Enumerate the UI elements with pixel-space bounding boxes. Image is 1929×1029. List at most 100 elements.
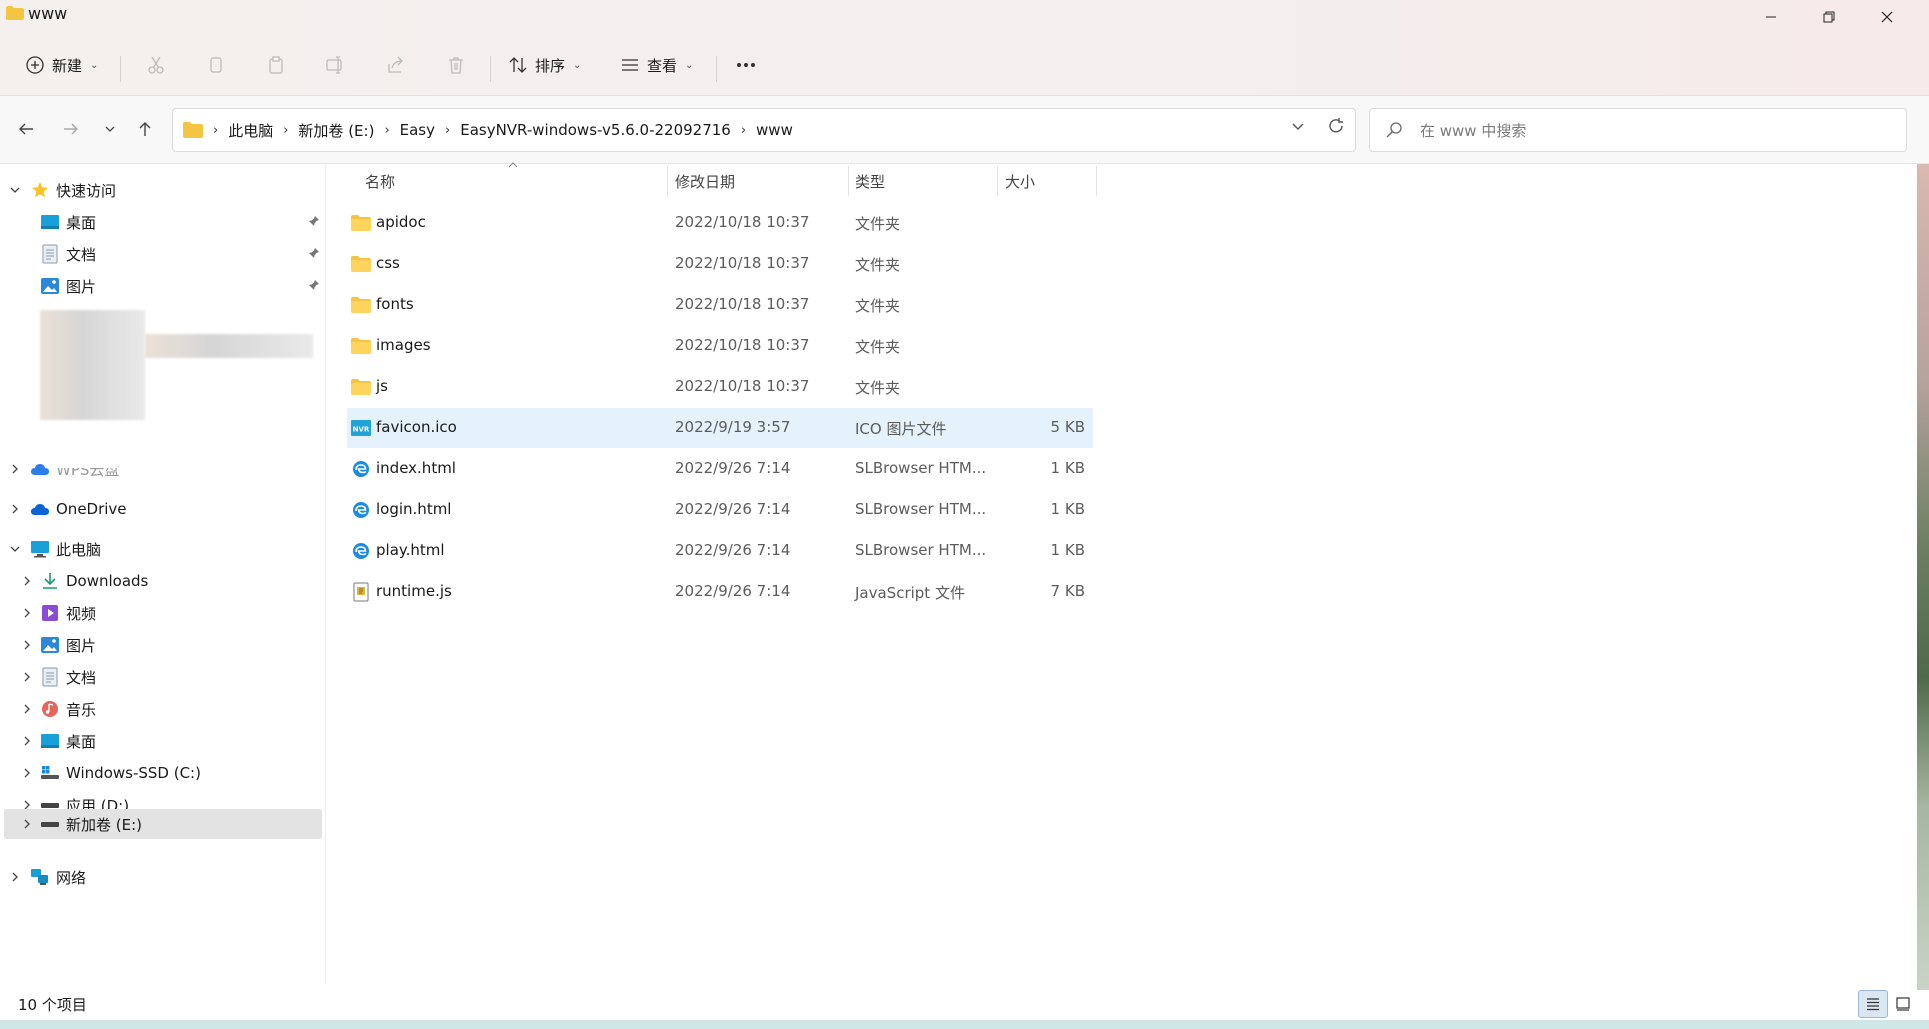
column-header-size[interactable]: 大小 (1005, 166, 1095, 196)
chevron-right-icon[interactable]: › (384, 123, 389, 138)
chevron-down-icon[interactable] (8, 183, 22, 197)
sidebar-item-desktop-pc[interactable]: 桌面 (0, 726, 326, 756)
crumb-drive-e[interactable]: 新加卷 (E:) (298, 120, 374, 141)
sidebar-item-downloads[interactable]: Downloads (0, 566, 326, 596)
cut-button[interactable] (145, 48, 167, 82)
file-name: js (376, 377, 388, 395)
sidebar-item-pictures-pc[interactable]: 图片 (0, 630, 326, 660)
sidebar-item-desktop[interactable]: 桌面 (0, 207, 326, 237)
chevron-right-icon[interactable] (20, 702, 34, 716)
address-history-button[interactable] (1291, 119, 1305, 137)
refresh-button[interactable] (1327, 117, 1345, 140)
rename-button[interactable] (324, 48, 346, 82)
file-row[interactable]: NVR favicon.ico 2022/9/19 3:57 ICO 图片文件 … (347, 408, 1093, 448)
sidebar-item-label: 快速访问 (56, 181, 117, 200)
browser-file-icon (351, 459, 371, 479)
column-header-date[interactable]: 修改日期 (675, 166, 845, 196)
sort-button[interactable]: 排序 ⌄ (507, 48, 581, 82)
details-view-button[interactable] (1858, 990, 1888, 1018)
chevron-right-icon[interactable] (8, 462, 22, 476)
crumb-easy[interactable]: Easy (400, 121, 435, 139)
sidebar-item-pictures[interactable]: 图片 (0, 271, 326, 301)
file-row[interactable]: play.html 2022/9/26 7:14 SLBrowser HTM..… (347, 531, 1093, 571)
back-button[interactable] (11, 114, 41, 144)
column-divider[interactable] (667, 166, 668, 196)
forward-button[interactable] (56, 114, 86, 144)
file-row[interactable]: css 2022/10/18 10:37 文件夹 (347, 244, 1093, 284)
folder-icon (351, 336, 371, 356)
sidebar-item-onedrive[interactable]: OneDrive (0, 494, 326, 524)
column-divider[interactable] (997, 166, 998, 196)
ico-file-icon: NVR (351, 418, 371, 438)
column-divider[interactable] (848, 166, 849, 196)
chevron-right-icon[interactable] (20, 606, 34, 620)
file-row[interactable]: login.html 2022/9/26 7:14 SLBrowser HTM.… (347, 490, 1093, 530)
view-button[interactable]: 查看 ⌄ (619, 48, 693, 82)
file-row[interactable]: images 2022/10/18 10:37 文件夹 (347, 326, 1093, 366)
tiles-view-button[interactable] (1888, 990, 1918, 1018)
chevron-right-icon[interactable] (20, 638, 34, 652)
restore-button[interactable] (1800, 0, 1858, 34)
file-row[interactable]: fonts 2022/10/18 10:37 文件夹 (347, 285, 1093, 325)
sidebar-item-documents-pc[interactable]: 文档 (0, 662, 326, 692)
crumb-this-pc[interactable]: 此电脑 (228, 120, 273, 141)
copy-button[interactable] (205, 48, 227, 82)
crumb-easynvr[interactable]: EasyNVR-windows-v5.6.0-22092716 (460, 121, 731, 139)
file-name: login.html (376, 500, 452, 518)
minimize-button[interactable] (1742, 0, 1800, 34)
pin-icon[interactable] (308, 215, 320, 230)
chevron-right-icon[interactable] (20, 817, 34, 831)
sidebar-item-network[interactable]: 网络 (0, 862, 326, 892)
file-size: 5 KB (1050, 418, 1085, 436)
close-button[interactable] (1858, 0, 1916, 34)
more-button[interactable] (735, 48, 757, 82)
folder-icon (183, 122, 203, 138)
more-icon (735, 54, 757, 76)
sidebar-item-quick-access[interactable]: 快速访问 (0, 175, 326, 205)
sidebar-item-drive-c[interactable]: Windows-SSD (C:) (0, 758, 326, 788)
file-row[interactable]: js 2022/10/18 10:37 文件夹 (347, 367, 1093, 407)
chevron-right-icon[interactable] (20, 766, 34, 780)
new-label: 新建 (52, 56, 83, 75)
sidebar-item-drive-e[interactable]: 新加卷 (E:) (4, 809, 322, 839)
chevron-right-icon[interactable]: › (283, 123, 288, 138)
recent-locations-button[interactable] (95, 114, 125, 144)
file-type: 文件夹 (855, 297, 901, 315)
sidebar-item-label: 视频 (66, 604, 97, 623)
column-header-name[interactable]: 名称 (365, 166, 665, 196)
blurred-region (145, 334, 313, 358)
chevron-right-icon[interactable]: › (445, 123, 450, 138)
pin-icon[interactable] (308, 247, 320, 262)
chevron-down-icon (105, 126, 115, 132)
column-header-type[interactable]: 类型 (855, 166, 995, 196)
chevron-right-icon[interactable] (8, 870, 22, 884)
pin-icon[interactable] (308, 279, 320, 294)
paste-button[interactable] (265, 48, 287, 82)
file-type: SLBrowser HTM... (855, 541, 987, 559)
sidebar-item-videos[interactable]: 视频 (0, 598, 326, 628)
chevron-right-icon[interactable] (8, 502, 22, 516)
up-button[interactable] (130, 114, 160, 144)
new-button[interactable]: 新建 ⌄ (24, 48, 98, 82)
sidebar-item-documents[interactable]: 文档 (0, 239, 326, 269)
chevron-down-icon: ⌄ (685, 59, 694, 71)
sidebar-item-this-pc[interactable]: 此电脑 (0, 534, 326, 564)
column-divider[interactable] (1096, 166, 1097, 196)
chevron-right-icon[interactable] (20, 574, 34, 588)
delete-button[interactable] (445, 48, 467, 82)
chevron-down-icon[interactable] (8, 542, 22, 556)
file-row[interactable]: runtime.js 2022/9/26 7:14 JavaScript 文件 … (347, 572, 1093, 612)
sidebar-item-music[interactable]: 音乐 (0, 694, 326, 724)
title-bar[interactable]: www (0, 0, 1929, 34)
search-input[interactable]: 在 www 中搜索 (1369, 108, 1907, 152)
address-bar[interactable]: › 此电脑 › 新加卷 (E:) › Easy › EasyNVR-window… (172, 108, 1356, 152)
file-row[interactable]: apidoc 2022/10/18 10:37 文件夹 (347, 203, 1093, 243)
sidebar-item-wps-cloud[interactable]: WPS云盘 (0, 454, 326, 484)
chevron-right-icon[interactable] (20, 734, 34, 748)
file-date: 2022/10/18 10:37 (675, 295, 810, 313)
share-button[interactable] (385, 48, 407, 82)
crumb-www[interactable]: www (756, 121, 793, 139)
file-row[interactable]: index.html 2022/9/26 7:14 SLBrowser HTM.… (347, 449, 1093, 489)
chevron-right-icon[interactable] (20, 670, 34, 684)
chevron-right-icon[interactable]: › (741, 123, 746, 138)
